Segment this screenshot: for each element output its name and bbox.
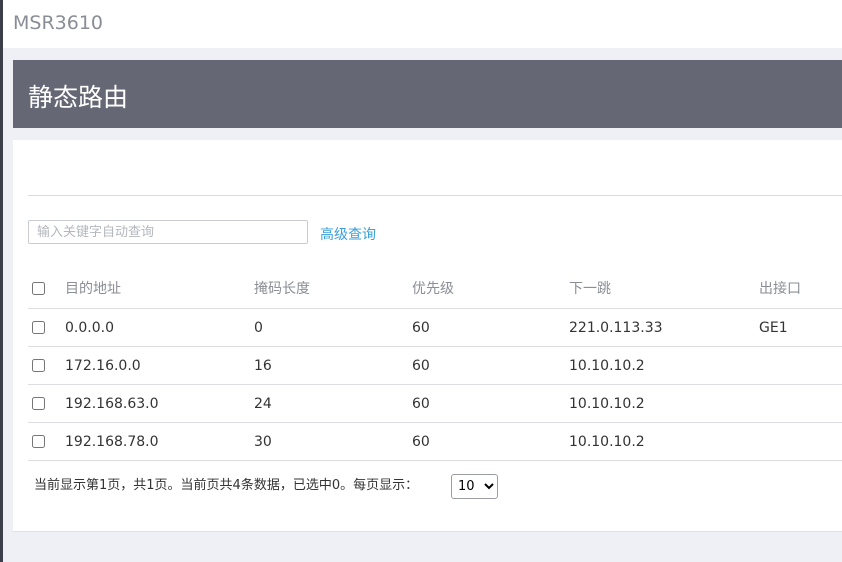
cell-priority: 60 xyxy=(412,422,569,461)
row-checkbox[interactable] xyxy=(32,359,45,372)
row-checkbox[interactable] xyxy=(32,321,45,334)
divider xyxy=(28,195,842,196)
pagination-summary: 当前显示第1页，共1页。当前页共4条数据，已选中0。每页显示： xyxy=(34,478,419,493)
cell-dest: 0.0.0.0 xyxy=(65,308,254,347)
row-select-cell xyxy=(28,422,65,461)
cell-next-hop: 10.10.10.2 xyxy=(569,346,759,385)
cell-priority: 60 xyxy=(412,308,569,347)
table-row[interactable]: 172.16.0.0 16 60 10.10.10.2 xyxy=(28,346,842,385)
cell-interface xyxy=(759,384,842,423)
row-checkbox[interactable] xyxy=(32,397,45,410)
cell-mask: 0 xyxy=(254,308,412,347)
table-header-row: 目的地址 掩码长度 优先级 下一跳 出接口 xyxy=(28,268,842,309)
cell-interface: GE1 xyxy=(759,308,842,347)
table-row[interactable]: 192.168.78.0 30 60 10.10.10.2 xyxy=(28,422,842,461)
column-header-interface[interactable]: 出接口 xyxy=(759,268,842,309)
app-title: MSR3610 xyxy=(13,12,104,34)
cell-priority: 60 xyxy=(412,346,569,385)
top-bar: MSR3610 xyxy=(3,0,842,48)
cell-next-hop: 221.0.113.33 xyxy=(569,308,759,347)
row-checkbox[interactable] xyxy=(32,435,45,448)
cell-dest: 192.168.63.0 xyxy=(65,384,254,423)
cell-interface xyxy=(759,422,842,461)
content-panel: 高级查询 目的地址 掩码长度 优先级 下一跳 出接口 0.0.0.0 0 60 … xyxy=(13,140,842,532)
cell-dest: 192.168.78.0 xyxy=(65,422,254,461)
page-title: 静态路由 xyxy=(28,83,129,112)
column-header-next-hop[interactable]: 下一跳 xyxy=(569,268,759,309)
left-edge-bar xyxy=(0,0,3,562)
routes-table: 目的地址 掩码长度 优先级 下一跳 出接口 0.0.0.0 0 60 221.0… xyxy=(28,268,842,461)
search-input[interactable] xyxy=(28,220,308,244)
cell-dest: 172.16.0.0 xyxy=(65,346,254,385)
column-header-priority[interactable]: 优先级 xyxy=(412,268,569,309)
cell-interface xyxy=(759,346,842,385)
advanced-search-link[interactable]: 高级查询 xyxy=(320,224,376,244)
cell-next-hop: 10.10.10.2 xyxy=(569,384,759,423)
column-header-dest[interactable]: 目的地址 xyxy=(65,268,254,309)
cell-priority: 60 xyxy=(412,384,569,423)
table-row[interactable]: 0.0.0.0 0 60 221.0.113.33 GE1 xyxy=(28,308,842,347)
select-all-checkbox[interactable] xyxy=(32,281,45,295)
cell-mask: 30 xyxy=(254,422,412,461)
page-header: 静态路由 xyxy=(13,60,842,128)
row-select-cell xyxy=(28,308,65,347)
table-row[interactable]: 192.168.63.0 24 60 10.10.10.2 xyxy=(28,384,842,423)
cell-next-hop: 10.10.10.2 xyxy=(569,422,759,461)
cell-mask: 24 xyxy=(254,384,412,423)
column-header-mask[interactable]: 掩码长度 xyxy=(254,268,412,309)
cell-mask: 16 xyxy=(254,346,412,385)
select-all-cell xyxy=(28,268,65,309)
page-size-select[interactable]: 10 xyxy=(451,474,498,499)
row-select-cell xyxy=(28,346,65,385)
row-select-cell xyxy=(28,384,65,423)
